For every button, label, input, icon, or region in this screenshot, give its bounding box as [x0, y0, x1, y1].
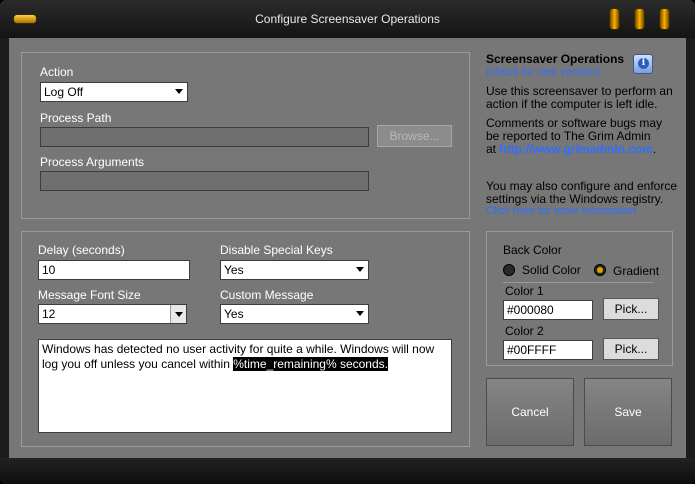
chevron-down-icon	[356, 267, 364, 272]
info-at-text: at	[486, 142, 497, 156]
check-version-link[interactable]: (check for new version)	[486, 66, 600, 78]
color-2-label: Color 2	[505, 324, 544, 338]
options-group: Delay (seconds) 10 Disable Special Keys …	[21, 231, 470, 447]
action-group: Action Log Off Process Path Browse... Pr…	[21, 52, 470, 219]
back-color-label: Back Color	[503, 243, 562, 257]
info-paragraph-2-line-2: be reported to The Grim Admin	[486, 129, 651, 143]
window-bottom-frame	[0, 458, 695, 484]
window-title: Configure Screensaver Operations	[255, 12, 440, 26]
info-paragraph-3-line-2: settings via the Windows registry.	[486, 192, 664, 206]
custom-message-textarea[interactable]: Windows has detected no user activity fo…	[38, 339, 452, 433]
message-font-size-select[interactable]: 12	[38, 304, 187, 324]
action-select-value: Log Off	[44, 85, 84, 99]
process-arguments-input[interactable]	[40, 171, 369, 191]
title-bar[interactable]: Configure Screensaver Operations	[0, 0, 695, 38]
chevron-down-icon	[175, 89, 183, 94]
color-2-input[interactable]: #00FFFF	[503, 340, 593, 360]
chevron-down-icon	[356, 311, 364, 316]
gradient-radio[interactable]	[594, 264, 606, 276]
delay-input[interactable]: 10	[38, 260, 190, 280]
disable-special-keys-label: Disable Special Keys	[220, 243, 333, 257]
maximize-button[interactable]	[634, 8, 645, 30]
message-highlighted-text: %time_remaining% seconds.	[233, 357, 388, 371]
color-1-pick-button[interactable]: Pick...	[603, 298, 659, 320]
disable-special-keys-select[interactable]: Yes	[220, 260, 369, 280]
disable-special-keys-value: Yes	[224, 263, 244, 277]
info-paragraph-3-line-1: You may also configure and enforce	[486, 179, 678, 193]
info-paragraph-2-line-1: Comments or software bugs may	[486, 116, 663, 130]
solid-color-radio[interactable]	[503, 264, 515, 276]
process-path-input[interactable]	[40, 127, 369, 147]
browse-button[interactable]: Browse...	[377, 125, 452, 147]
message-font-size-value: 12	[42, 307, 56, 321]
action-label: Action	[40, 65, 74, 79]
message-font-size-label: Message Font Size	[38, 288, 141, 302]
process-path-label: Process Path	[40, 111, 112, 125]
save-button[interactable]: Save	[584, 378, 672, 446]
info-period: .	[652, 142, 657, 156]
color-1-label: Color 1	[505, 284, 544, 298]
info-paragraph-1-line-1: Use this screensaver to perform an	[486, 84, 673, 98]
screensaver-config-window: Configure Screensaver Operations Action …	[0, 0, 695, 484]
info-heading: Screensaver Operations	[486, 52, 625, 66]
cancel-button[interactable]: Cancel	[486, 378, 574, 446]
back-color-group: Back Color Solid Color Gradient Color 1 …	[486, 231, 673, 366]
info-paragraph-2-line-3: at http://www.grimadmin.com.	[486, 142, 656, 156]
custom-message-label: Custom Message	[220, 288, 314, 302]
registry-info-link[interactable]: Click here for more information	[486, 205, 636, 217]
delay-label: Delay (seconds)	[38, 243, 125, 257]
info-icon[interactable]: i	[633, 54, 653, 74]
chevron-down-icon	[170, 305, 186, 323]
custom-message-select[interactable]: Yes	[220, 304, 369, 324]
close-button[interactable]	[659, 8, 670, 30]
color-1-input[interactable]: #000080	[503, 300, 593, 320]
divider	[503, 282, 653, 283]
info-paragraph-1-line-2: action if the computer is left idle.	[486, 97, 658, 111]
color-2-pick-button[interactable]: Pick...	[603, 338, 659, 360]
custom-message-value: Yes	[224, 307, 244, 321]
solid-color-label: Solid Color	[522, 263, 581, 277]
process-arguments-label: Process Arguments	[40, 155, 145, 169]
minimize-button[interactable]	[609, 8, 620, 30]
gradient-label: Gradient	[613, 264, 660, 278]
action-select[interactable]: Log Off	[40, 82, 188, 102]
grimadmin-link[interactable]: http://www.grimadmin.com	[499, 142, 653, 156]
client-area: Action Log Off Process Path Browse... Pr…	[9, 38, 686, 458]
